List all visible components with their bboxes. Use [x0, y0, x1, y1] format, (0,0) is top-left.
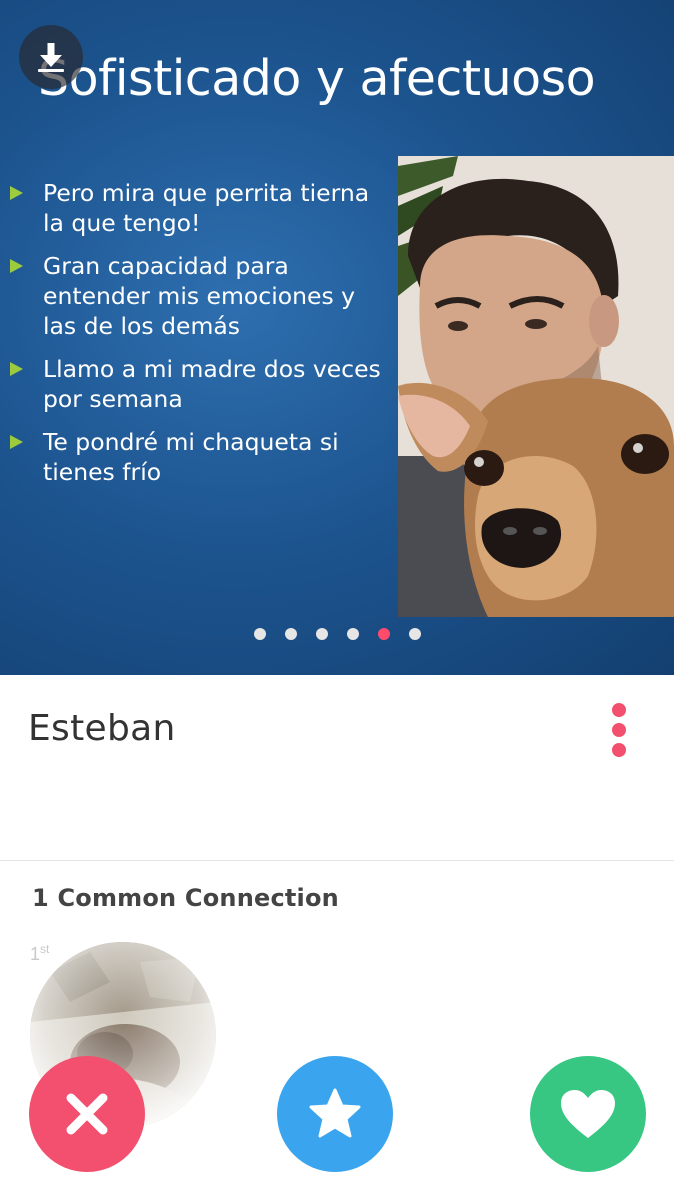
- common-connections-title: 1 Common Connection: [32, 884, 339, 912]
- download-button[interactable]: [19, 25, 83, 89]
- slide-bullet-list: Pero mira que perrita tierna la que teng…: [10, 178, 390, 500]
- download-arrow-icon: [38, 43, 64, 72]
- heart-icon: [561, 1090, 615, 1138]
- close-icon: [66, 1093, 108, 1135]
- bullet-triangle-icon: [10, 435, 23, 449]
- connection-degree-badge: 1st: [30, 942, 50, 964]
- pagination-dot[interactable]: [254, 628, 266, 640]
- photo-man-with-dog: [398, 156, 674, 617]
- star-icon: [309, 1088, 361, 1138]
- pagination-dot[interactable]: [409, 628, 421, 640]
- pagination-dot[interactable]: [347, 628, 359, 640]
- pagination-dot[interactable]: [285, 628, 297, 640]
- carousel-pagination: [254, 628, 421, 640]
- pagination-dot[interactable]: [316, 628, 328, 640]
- pagination-dot-active[interactable]: [378, 628, 390, 640]
- divider: [0, 860, 674, 861]
- slide-bullet: Te pondré mi chaqueta si tienes frío: [10, 427, 390, 487]
- vertical-dots-icon: [612, 703, 626, 717]
- profile-photo-carousel[interactable]: Sofisticado y afectuoso Pero mira que pe…: [0, 0, 674, 675]
- slide-bullet: Pero mira que perrita tierna la que teng…: [10, 178, 390, 238]
- more-options-button[interactable]: [604, 700, 634, 760]
- nope-button[interactable]: [29, 1056, 145, 1172]
- slide-title: Sofisticado y afectuoso: [38, 50, 596, 107]
- profile-name: Esteban: [28, 708, 176, 749]
- slide-bullet: Gran capacidad para entender mis emocion…: [10, 251, 390, 341]
- slide-bullet: Llamo a mi madre dos veces por semana: [10, 354, 390, 414]
- bullet-triangle-icon: [10, 186, 23, 200]
- super-like-button[interactable]: [277, 1056, 393, 1172]
- like-button[interactable]: [530, 1056, 646, 1172]
- bullet-triangle-icon: [10, 362, 23, 376]
- bullet-triangle-icon: [10, 259, 23, 273]
